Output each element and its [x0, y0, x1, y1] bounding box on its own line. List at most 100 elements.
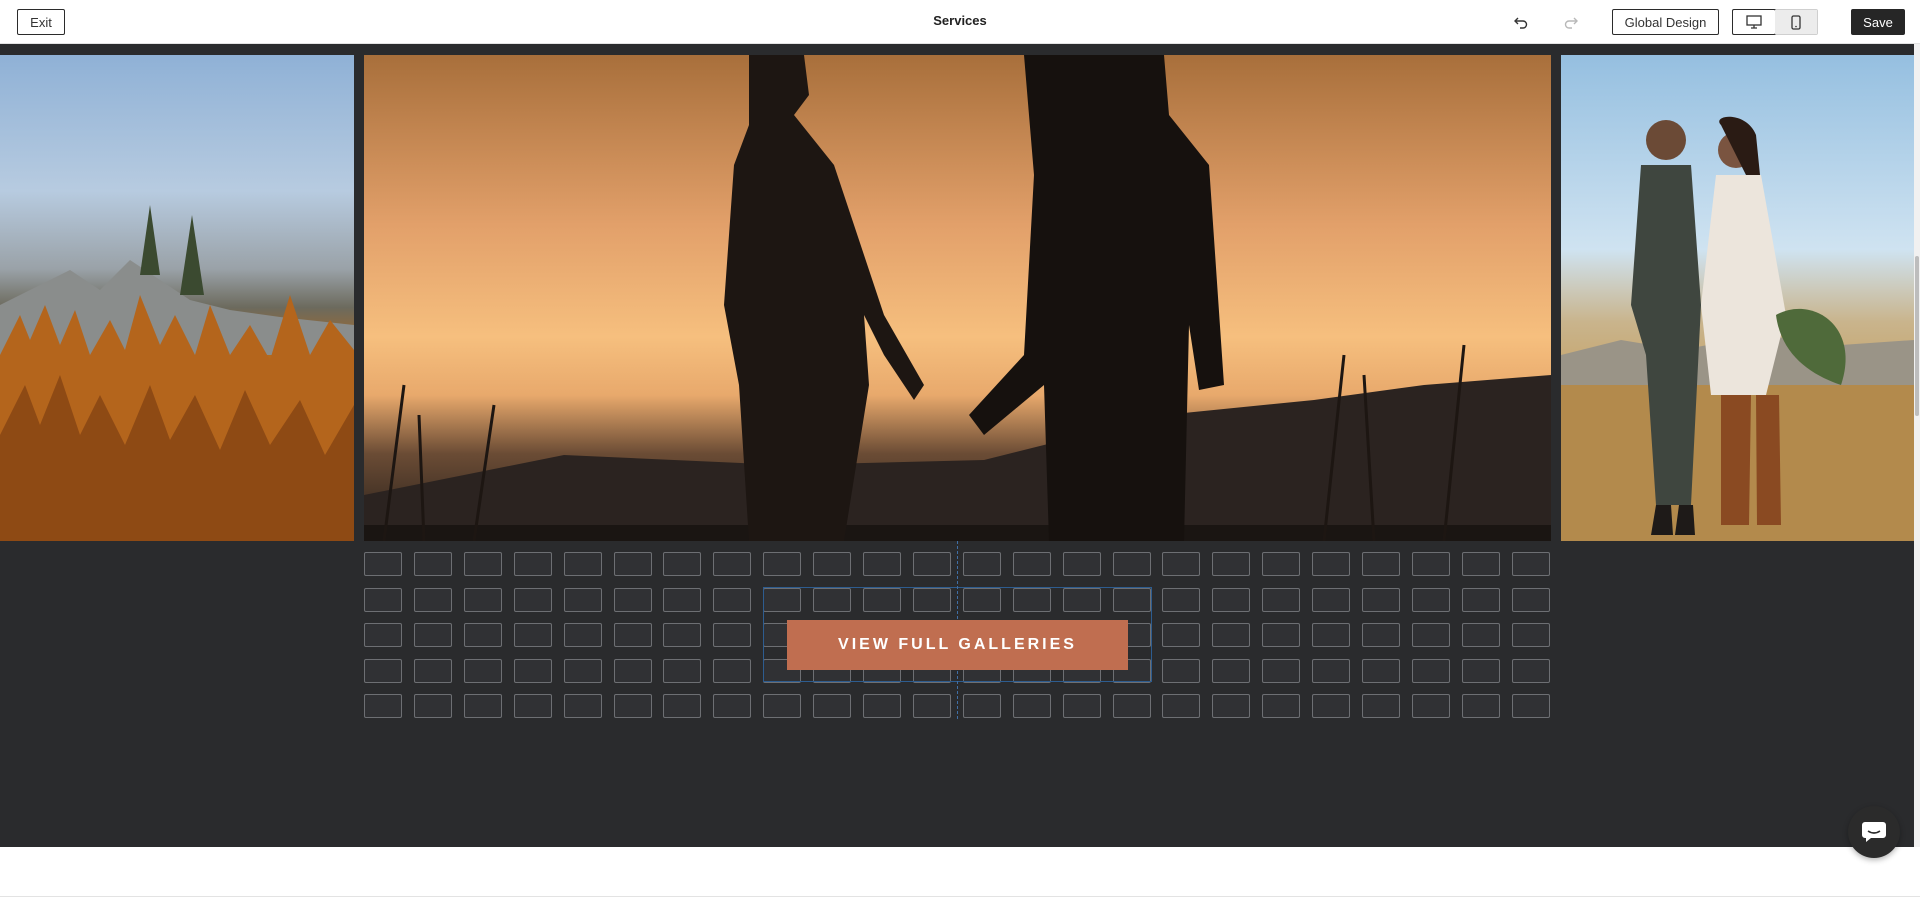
grid-placeholder-cell[interactable] — [614, 659, 652, 683]
grid-placeholder-cell[interactable] — [1362, 659, 1400, 683]
grid-placeholder-cell[interactable] — [1113, 552, 1151, 576]
grid-placeholder-cell[interactable] — [514, 659, 552, 683]
grid-placeholder-cell[interactable] — [1063, 552, 1101, 576]
grid-placeholder-cell[interactable] — [1312, 552, 1350, 576]
grid-placeholder-cell[interactable] — [1462, 552, 1500, 576]
grid-placeholder-cell[interactable] — [364, 623, 402, 647]
grid-placeholder-cell[interactable] — [514, 694, 552, 718]
gallery-image-autumn-forest[interactable] — [0, 55, 354, 541]
grid-placeholder-cell[interactable] — [1512, 552, 1550, 576]
grid-placeholder-cell[interactable] — [364, 552, 402, 576]
grid-placeholder-cell[interactable] — [1462, 694, 1500, 718]
grid-placeholder-cell[interactable] — [364, 694, 402, 718]
grid-placeholder-cell[interactable] — [713, 659, 751, 683]
desktop-icon[interactable] — [1732, 9, 1776, 35]
grid-placeholder-cell[interactable] — [414, 694, 452, 718]
grid-placeholder-cell[interactable] — [863, 694, 901, 718]
grid-placeholder-cell[interactable] — [1262, 623, 1300, 647]
grid-placeholder-cell[interactable] — [1512, 588, 1550, 612]
grid-placeholder-cell[interactable] — [1462, 623, 1500, 647]
grid-placeholder-cell[interactable] — [564, 694, 602, 718]
grid-placeholder-cell[interactable] — [913, 552, 951, 576]
grid-placeholder-cell[interactable] — [1312, 694, 1350, 718]
grid-placeholder-cell[interactable] — [1412, 694, 1450, 718]
grid-placeholder-cell[interactable] — [663, 588, 701, 612]
grid-placeholder-cell[interactable] — [1362, 694, 1400, 718]
grid-placeholder-cell[interactable] — [1512, 623, 1550, 647]
grid-placeholder-cell[interactable] — [364, 588, 402, 612]
grid-placeholder-cell[interactable] — [1212, 694, 1250, 718]
canvas-scrollbar[interactable] — [1914, 44, 1920, 847]
grid-placeholder-cell[interactable] — [1162, 552, 1200, 576]
grid-placeholder-cell[interactable] — [1162, 588, 1200, 612]
grid-placeholder-cell[interactable] — [514, 623, 552, 647]
grid-placeholder-cell[interactable] — [663, 659, 701, 683]
grid-placeholder-cell[interactable] — [713, 552, 751, 576]
grid-placeholder-cell[interactable] — [863, 552, 901, 576]
grid-placeholder-cell[interactable] — [464, 694, 502, 718]
grid-placeholder-cell[interactable] — [1013, 694, 1051, 718]
grid-placeholder-cell[interactable] — [1312, 659, 1350, 683]
grid-placeholder-cell[interactable] — [414, 552, 452, 576]
grid-placeholder-cell[interactable] — [813, 694, 851, 718]
grid-placeholder-cell[interactable] — [763, 694, 801, 718]
view-full-galleries-button[interactable]: VIEW FULL GALLERIES — [787, 620, 1128, 670]
grid-placeholder-cell[interactable] — [464, 552, 502, 576]
grid-placeholder-cell[interactable] — [913, 694, 951, 718]
grid-placeholder-cell[interactable] — [1113, 588, 1151, 612]
grid-placeholder-cell[interactable] — [614, 623, 652, 647]
grid-placeholder-cell[interactable] — [1212, 659, 1250, 683]
undo-icon[interactable] — [1510, 11, 1532, 33]
grid-placeholder-cell[interactable] — [1013, 552, 1051, 576]
grid-placeholder-cell[interactable] — [863, 588, 901, 612]
global-design-button[interactable]: Global Design — [1612, 9, 1719, 35]
grid-placeholder-cell[interactable] — [1113, 694, 1151, 718]
grid-placeholder-cell[interactable] — [1362, 623, 1400, 647]
grid-placeholder-cell[interactable] — [1412, 552, 1450, 576]
grid-placeholder-cell[interactable] — [1462, 659, 1500, 683]
grid-placeholder-cell[interactable] — [564, 588, 602, 612]
grid-placeholder-cell[interactable] — [763, 552, 801, 576]
grid-placeholder-cell[interactable] — [414, 623, 452, 647]
grid-placeholder-cell[interactable] — [1462, 588, 1500, 612]
grid-placeholder-cell[interactable] — [1162, 659, 1200, 683]
grid-placeholder-cell[interactable] — [1262, 552, 1300, 576]
gallery-image-couple-sunset[interactable] — [364, 55, 1551, 541]
grid-placeholder-cell[interactable] — [1312, 623, 1350, 647]
grid-placeholder-cell[interactable] — [813, 588, 851, 612]
grid-placeholder-cell[interactable] — [614, 694, 652, 718]
redo-icon[interactable] — [1560, 11, 1582, 33]
grid-placeholder-cell[interactable] — [963, 588, 1001, 612]
grid-placeholder-cell[interactable] — [614, 552, 652, 576]
grid-placeholder-cell[interactable] — [1312, 588, 1350, 612]
grid-placeholder-cell[interactable] — [813, 552, 851, 576]
grid-placeholder-cell[interactable] — [1162, 623, 1200, 647]
grid-placeholder-cell[interactable] — [1212, 588, 1250, 612]
grid-placeholder-cell[interactable] — [1512, 694, 1550, 718]
grid-placeholder-cell[interactable] — [1262, 659, 1300, 683]
grid-placeholder-cell[interactable] — [564, 623, 602, 647]
grid-placeholder-cell[interactable] — [963, 694, 1001, 718]
grid-placeholder-cell[interactable] — [1063, 588, 1101, 612]
grid-placeholder-cell[interactable] — [713, 694, 751, 718]
grid-placeholder-cell[interactable] — [514, 552, 552, 576]
grid-placeholder-cell[interactable] — [1362, 588, 1400, 612]
grid-placeholder-cell[interactable] — [1362, 552, 1400, 576]
grid-placeholder-cell[interactable] — [1162, 694, 1200, 718]
grid-placeholder-cell[interactable] — [663, 552, 701, 576]
grid-placeholder-cell[interactable] — [614, 588, 652, 612]
save-button[interactable]: Save — [1851, 9, 1905, 35]
grid-placeholder-cell[interactable] — [1262, 588, 1300, 612]
mobile-icon[interactable] — [1775, 10, 1817, 34]
grid-placeholder-cell[interactable] — [663, 694, 701, 718]
grid-placeholder-cell[interactable] — [1013, 588, 1051, 612]
grid-placeholder-cell[interactable] — [1412, 623, 1450, 647]
grid-placeholder-cell[interactable] — [1063, 694, 1101, 718]
grid-placeholder-cell[interactable] — [713, 588, 751, 612]
grid-placeholder-cell[interactable] — [514, 588, 552, 612]
scrollbar-thumb[interactable] — [1915, 256, 1919, 416]
grid-placeholder-cell[interactable] — [913, 588, 951, 612]
grid-placeholder-cell[interactable] — [364, 659, 402, 683]
grid-placeholder-cell[interactable] — [564, 659, 602, 683]
grid-placeholder-cell[interactable] — [1412, 588, 1450, 612]
